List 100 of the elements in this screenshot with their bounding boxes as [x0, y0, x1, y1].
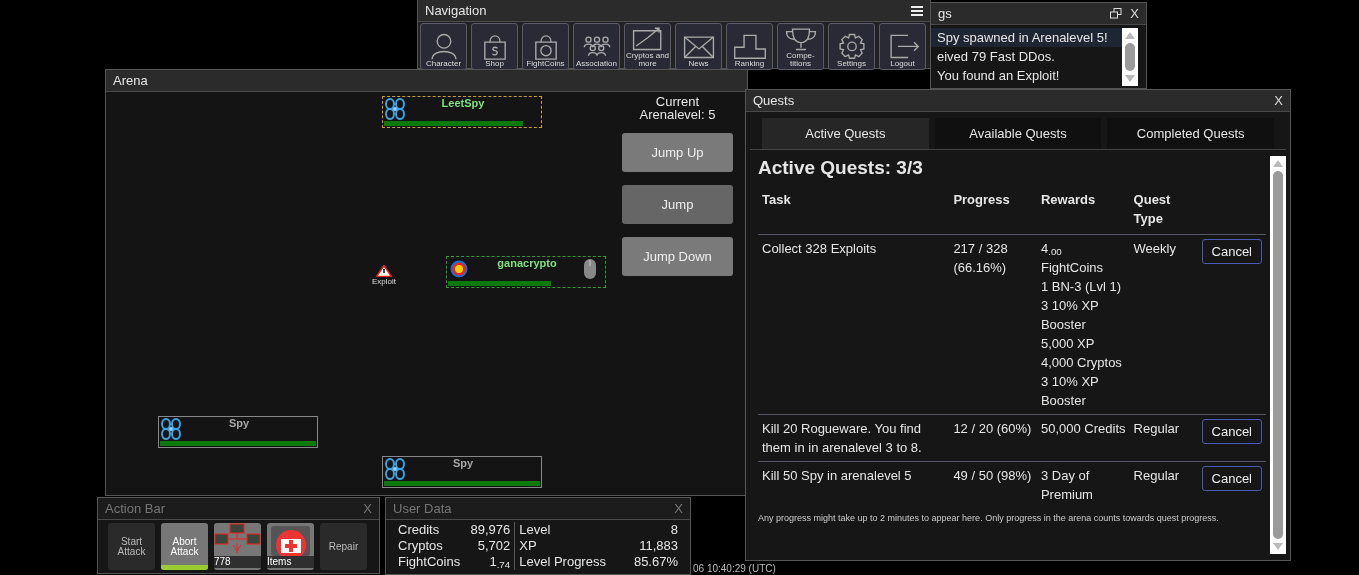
nav-label: Shop: [485, 60, 504, 68]
log-entry: Spy spawned in Arenalevel 5!: [931, 28, 1122, 47]
table-cell: Regular: [1129, 414, 1195, 462]
slot-label: Items: [267, 556, 314, 568]
nav-tile[interactable]: Shop: [471, 23, 518, 70]
reward-item: 4,000 Cryptos: [1040, 354, 1123, 372]
stat-label: Level Progress: [518, 554, 607, 570]
target-icon: [448, 258, 470, 280]
scrollbar[interactable]: [1122, 28, 1138, 86]
nav-tile[interactable]: Association: [573, 23, 620, 70]
stat-value: 89,976: [465, 522, 515, 538]
window-title: Arena: [113, 71, 149, 90]
nav-label: FightCoins: [526, 60, 565, 68]
stat-label: Level: [518, 522, 552, 538]
action-button[interactable]: Start Attack: [108, 523, 155, 570]
nav-label: Compe-titions: [785, 52, 816, 68]
window-title: User Data: [393, 499, 453, 518]
cancel-button[interactable]: Cancel: [1201, 466, 1262, 491]
nav-label: Association: [576, 60, 617, 68]
section-heading: Active Quests: 3/3: [758, 156, 924, 180]
cancel-button[interactable]: Cancel: [1201, 239, 1262, 264]
nav-label: Character: [425, 60, 462, 68]
nav-tile[interactable]: Ranking: [726, 23, 773, 70]
column-header: Quest Type: [1129, 186, 1195, 235]
reward-item: 1 BN-3 (Lvl 1): [1040, 278, 1123, 296]
close-button[interactable]: X: [1274, 90, 1283, 111]
scrollbar[interactable]: [1270, 156, 1286, 554]
drone-icon: [384, 458, 406, 480]
column-header: Task: [758, 186, 950, 235]
reward-item: 4$_{.00}$ FightCoins: [1040, 240, 1105, 277]
network-drawing: [214, 523, 261, 556]
table-cell: 12 / 20 (60%): [949, 414, 1037, 462]
nav-label: Ranking: [734, 60, 765, 68]
nav-tile[interactable]: Settings: [828, 23, 875, 70]
jump-button[interactable]: Jump Up: [622, 133, 733, 172]
stat-label: Credits: [397, 522, 441, 538]
entity-name: Spy: [451, 457, 475, 469]
action-button[interactable]: Abort Attack: [161, 523, 208, 570]
nav-tile[interactable]: Compe-titions: [777, 23, 824, 70]
entity-name: ganacrypto: [496, 257, 558, 269]
column-header: Progress: [949, 186, 1037, 235]
action-button[interactable]: Repair: [320, 523, 367, 570]
table-cell: Kill 50 Spy in arenalevel 5: [758, 461, 950, 508]
table-cell: Regular: [1129, 461, 1195, 508]
table-cell: Collect 328 Exploits: [758, 234, 950, 415]
close-button[interactable]: X: [363, 498, 372, 519]
nav-tile[interactable]: FightCoins: [522, 23, 569, 70]
slot-label: 778: [214, 556, 261, 568]
enemy-entity[interactable]: Spy: [158, 416, 318, 448]
stat-label: Cryptos: [397, 538, 444, 554]
reward-item: 50,000 Credits: [1040, 420, 1126, 438]
player-entity[interactable]: ganacrypto: [446, 256, 606, 288]
stat-value: 85.67%: [632, 554, 679, 570]
cancel-button[interactable]: Cancel: [1201, 419, 1262, 444]
jump-button[interactable]: Jump Down: [622, 237, 733, 276]
footnote: Any progress might take up to 2 minutes to appear here. Only progress in the arena counts towards quest progress.: [758, 512, 1220, 525]
nav-tile[interactable]: Cryptos and more: [624, 23, 671, 70]
reward-item: 3 10% XP Booster: [1040, 373, 1100, 410]
podium-icon: [731, 32, 768, 60]
stat-value: 8: [669, 522, 679, 538]
stat-value: 1$_{.74}$: [465, 554, 515, 570]
drone-icon: [160, 418, 182, 440]
quest-tab[interactable]: Active Quests: [762, 118, 929, 149]
log-entry: You found an Exploit!: [936, 67, 1061, 85]
mouse-icon: [583, 258, 597, 280]
table-cell: Weekly: [1129, 234, 1195, 415]
scroll-thumb[interactable]: [1125, 43, 1135, 71]
close-button[interactable]: X: [1130, 3, 1139, 24]
arena-level-label: Current Arenalevel: 5: [638, 95, 717, 121]
nav-label: Cryptos and more: [625, 52, 670, 68]
restore-icon: [1110, 8, 1123, 19]
nav-tile[interactable]: Logout: [879, 23, 926, 70]
entity-name: Spy: [227, 417, 251, 429]
nav-tile[interactable]: News: [675, 23, 722, 70]
warning-icon: [376, 265, 392, 277]
drone-icon: [384, 98, 406, 120]
nav-tile[interactable]: Character: [420, 23, 467, 70]
table-cell: Kill 20 Rogueware. You find them in in arenalevel 3 to 8.: [758, 414, 950, 462]
enemy-entity[interactable]: Spy: [382, 456, 542, 488]
stat-label: XP: [518, 538, 538, 554]
stat-value: 5,702: [465, 538, 515, 554]
scroll-up-icon: [1125, 32, 1135, 39]
reward-item: 3 Day of Premium: [1040, 467, 1094, 504]
scroll-down-icon: [1273, 543, 1283, 550]
scroll-down-icon: [1125, 75, 1135, 82]
nav-label: Settings: [837, 60, 866, 68]
close-button[interactable]: X: [674, 498, 683, 519]
window-title: Navigation: [425, 1, 488, 20]
inventory-slot[interactable]: Items: [267, 523, 314, 570]
server-time: 06 10:40:29 (UTC): [693, 563, 776, 575]
window-title: gs: [938, 4, 953, 23]
software-slot[interactable]: 778: [214, 523, 261, 570]
menu-icon: [911, 5, 923, 16]
quest-tab[interactable]: Available Quests: [934, 118, 1102, 149]
reward-item: 5,000 XP: [1040, 335, 1096, 353]
enemy-entity[interactable]: LeetSpy: [382, 96, 542, 128]
reward-item: 3 10% XP Booster: [1040, 297, 1100, 334]
scroll-thumb[interactable]: [1273, 171, 1283, 539]
quest-tab[interactable]: Completed Quests: [1107, 118, 1274, 149]
column-header: Rewards: [1036, 186, 1130, 235]
